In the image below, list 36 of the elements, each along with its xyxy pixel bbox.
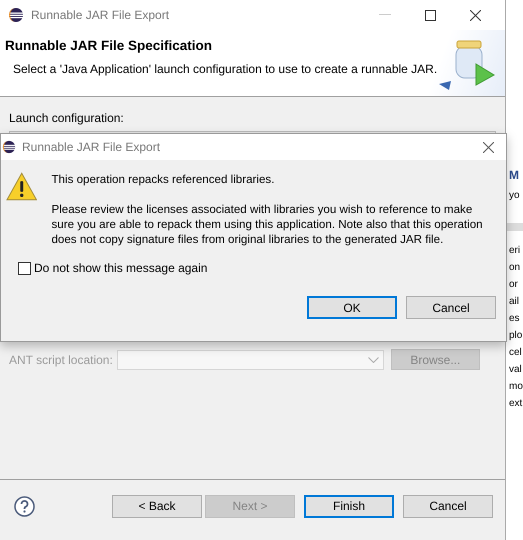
dialog-button[interactable]: OK	[307, 296, 397, 319]
dialog-title: Runnable JAR File Export	[22, 140, 160, 154]
maximize-icon[interactable]	[425, 10, 436, 20]
editor-text: ail	[509, 296, 520, 307]
page-title: Runnable JAR File Specification	[5, 38, 214, 53]
wizard-button[interactable]: Finish	[304, 494, 394, 518]
editor-text: eri	[509, 245, 520, 256]
warning-icon	[6, 172, 38, 202]
editor-text: es	[509, 313, 520, 324]
toolbar-strip	[506, 223, 523, 231]
editor-text: yo	[509, 190, 520, 201]
editor-text: cel	[509, 347, 522, 358]
editor-text: or	[509, 279, 518, 290]
wizard-button[interactable]: Cancel	[403, 494, 493, 518]
close-icon[interactable]	[470, 10, 481, 20]
app-icon	[8, 7, 24, 23]
dialog-message: Please review the licenses associated with libraries you wish to reference to make sure you are able to repack them using this application. Note also that this operation does not copy signature files from original libraries to the generated JAR file.	[51, 202, 484, 247]
page-description: Select a 'Java Application' launch configuration to use to create a runnable JAR.	[12, 62, 438, 76]
editor-text: on	[509, 262, 520, 273]
wizard-button[interactable]: < Back	[112, 494, 202, 518]
field-label: ANT script location:	[9, 352, 113, 366]
editor-text: ext	[509, 398, 522, 409]
close-icon[interactable]	[483, 142, 494, 152]
editor-text: mo	[509, 381, 523, 392]
editor-text: plo	[509, 330, 522, 341]
editor-text: val	[509, 364, 522, 375]
checkbox-label[interactable]: Do not show this message again	[34, 261, 208, 275]
window-title: Runnable JAR File Export	[31, 8, 170, 22]
checkbox[interactable]	[18, 262, 31, 274]
dialog-heading: This operation repacks referenced libraries.	[51, 172, 276, 187]
jar-icon	[439, 38, 495, 90]
help-icon[interactable]	[14, 496, 35, 516]
editor-text: M	[509, 168, 519, 182]
dialog-button[interactable]: Cancel	[406, 296, 496, 319]
dropdown-icon	[368, 356, 379, 362]
field-label: Launch configuration:	[9, 111, 125, 125]
